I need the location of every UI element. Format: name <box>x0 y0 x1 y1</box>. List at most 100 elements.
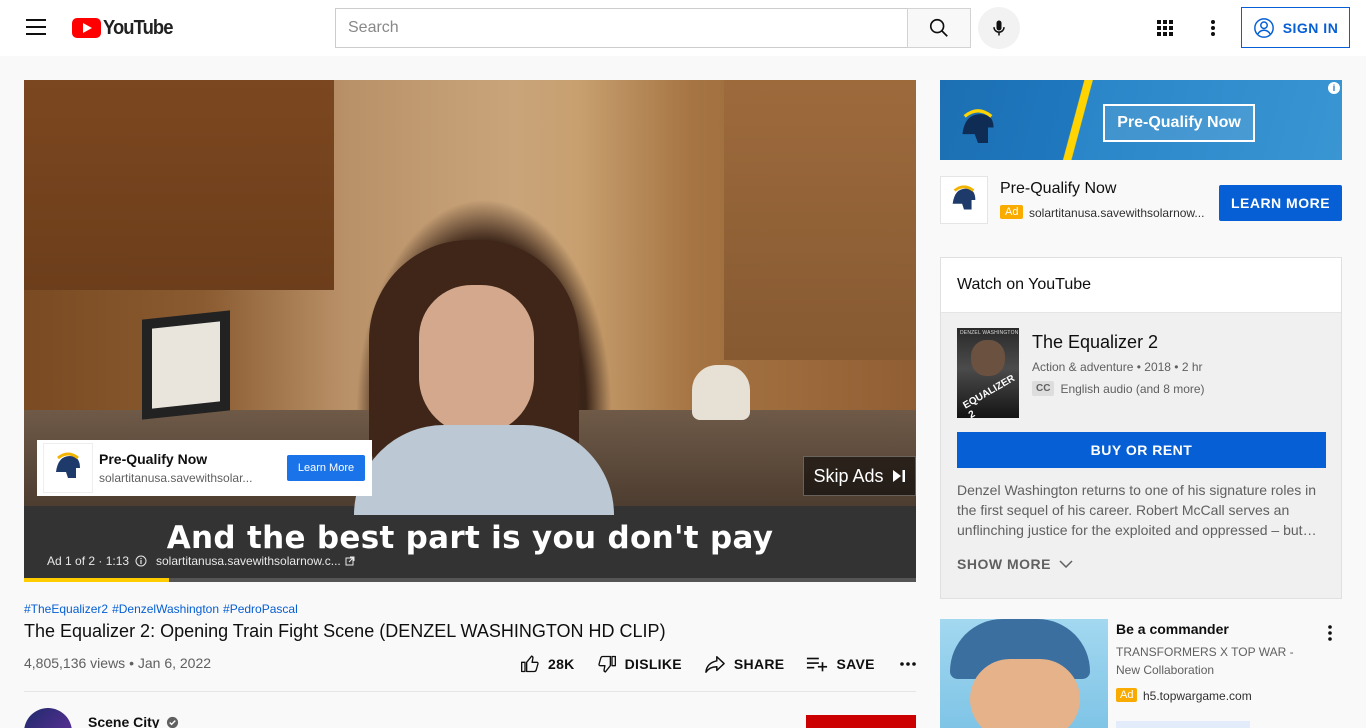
video-view-count: 4,805,136 views • Jan 6, 2022 <box>24 655 212 671</box>
microphone-icon <box>993 20 1005 36</box>
share-label: SHARE <box>733 656 785 672</box>
poster-title: EQUALIZER 2 <box>961 373 1017 421</box>
watch-on-youtube-card: Watch on YouTube DENZEL WASHINGTON EQUAL… <box>940 257 1342 599</box>
ad-card-title: Pre-Qualify Now <box>99 451 208 467</box>
promo-action-button[interactable] <box>1116 721 1250 728</box>
search-button[interactable] <box>907 8 971 48</box>
thumb-up-icon <box>521 655 539 673</box>
settings-more-button[interactable] <box>1201 16 1225 40</box>
hashtag-link[interactable]: #TheEqualizer2 <box>24 602 108 616</box>
ad-url-text: solartitanusa.savewithsolarnow.c... <box>156 554 341 568</box>
ad-badge: Ad <box>1000 205 1024 219</box>
search-input[interactable] <box>348 19 907 37</box>
ad-counter-text: Ad 1 of 2 · 1:13 <box>47 554 130 568</box>
apps-grid-icon <box>1157 20 1173 36</box>
save-button[interactable]: SAVE <box>806 654 874 674</box>
menu-icon[interactable] <box>26 19 46 35</box>
poster-face <box>971 340 1005 376</box>
banner-ad[interactable]: Pre-Qualify Now i <box>940 80 1342 160</box>
more-actions-button[interactable] <box>899 661 917 667</box>
promo-description: TRANSFORMERS X TOP WAR - New Collaborati… <box>1116 645 1294 677</box>
ad-info: Ad 1 of 2 · 1:13 <box>47 554 147 568</box>
watch-card-heading: Watch on YouTube <box>941 258 1341 313</box>
movie-audio-row: CC English audio (and 8 more) <box>1032 381 1205 396</box>
logo-text: YouTube <box>103 16 173 39</box>
subscribe-button[interactable]: SUBSCRIBE <box>806 715 916 728</box>
learn-more-button[interactable]: LEARN MORE <box>1219 185 1342 221</box>
movie-description: Denzel Washington returns to one of his … <box>957 482 1317 538</box>
more-vertical-icon <box>1328 625 1332 641</box>
promo-url[interactable]: h5.topwargame.com <box>1143 689 1252 703</box>
sign-in-button[interactable]: SIGN IN <box>1241 7 1350 48</box>
like-button[interactable]: 28K <box>520 654 575 674</box>
masthead: YouTube SIGN IN <box>0 0 1366 56</box>
spartan-helmet-icon <box>962 109 994 144</box>
show-more-button[interactable]: SHOW MORE <box>957 556 1073 572</box>
dislike-label: DISLIKE <box>624 656 682 672</box>
banner-prequalify-button[interactable]: Pre-Qualify Now <box>1103 104 1255 142</box>
movie-audio: English audio (and 8 more) <box>1060 381 1205 396</box>
advertiser-title[interactable]: Pre-Qualify Now <box>1000 180 1116 198</box>
advertiser-row: Pre-Qualify Now Ad solartitanusa.savewit… <box>940 176 1342 224</box>
video-actions: 28K DISLIKE SHARE SAVE <box>520 654 917 674</box>
share-button[interactable]: SHARE <box>704 654 785 674</box>
scene-person-face <box>419 285 534 435</box>
playlist-add-icon <box>807 657 828 672</box>
player-ad-card[interactable]: Pre-Qualify Now solartitanusa.savewithso… <box>37 440 372 496</box>
skip-ads-button[interactable]: Skip Ads <box>803 456 916 496</box>
ad-url-link[interactable]: solartitanusa.savewithsolarnow.c... <box>156 554 355 568</box>
sign-in-label: SIGN IN <box>1282 19 1339 36</box>
advertiser-logo[interactable] <box>940 176 988 224</box>
share-icon <box>705 656 725 673</box>
youtube-logo[interactable]: YouTube <box>72 16 179 39</box>
verified-icon <box>166 716 178 728</box>
movie-meta: Action & adventure • 2018 • 2 hr <box>1032 360 1203 374</box>
channel-name[interactable]: Scene City <box>88 714 160 728</box>
play-icon <box>72 18 101 38</box>
channel-avatar[interactable] <box>24 708 72 728</box>
video-player[interactable]: Pre-Qualify Now solartitanusa.savewithso… <box>24 80 916 582</box>
search-icon <box>929 18 948 37</box>
movie-title[interactable]: The Equalizer 2 <box>1032 332 1158 353</box>
save-label: SAVE <box>836 656 875 672</box>
external-link-icon <box>345 556 355 566</box>
promo-ad[interactable]: Be a commander TRANSFORMERS X TOP WAR - … <box>940 619 1342 728</box>
promo-face <box>970 659 1080 728</box>
spartan-helmet-icon <box>952 185 976 210</box>
thumb-down-icon <box>597 655 616 673</box>
dislike-button[interactable]: DISLIKE <box>597 654 682 674</box>
promo-title[interactable]: Be a commander <box>1116 621 1229 637</box>
like-count: 28K <box>548 656 575 672</box>
voice-search-button[interactable] <box>978 7 1020 49</box>
spartan-helmet-icon <box>56 452 80 478</box>
promo-more-button[interactable] <box>1324 623 1336 643</box>
poster-actor: DENZEL WASHINGTON <box>960 330 1019 336</box>
cc-badge: CC <box>1032 381 1055 396</box>
scene-vase <box>692 365 750 420</box>
movie-poster[interactable]: DENZEL WASHINGTON EQUALIZER 2 <box>957 328 1019 421</box>
ad-info-icon[interactable]: i <box>1328 82 1340 94</box>
ad-progress-bar[interactable] <box>24 578 916 582</box>
video-title: The Equalizer 2: Opening Train Fight Sce… <box>24 621 666 641</box>
more-vertical-icon <box>1211 20 1215 36</box>
channel-name-row[interactable]: Scene City <box>88 714 179 728</box>
buy-or-rent-button[interactable]: BUY OR RENT <box>957 432 1326 468</box>
promo-thumbnail[interactable] <box>940 619 1108 728</box>
skip-ads-label: Skip Ads <box>813 465 884 486</box>
ad-learn-more-button[interactable]: Learn More <box>287 455 365 481</box>
progress-fill <box>24 578 170 582</box>
info-icon[interactable] <box>135 555 147 567</box>
skip-next-icon <box>892 470 905 482</box>
chevron-down-icon <box>1059 560 1073 568</box>
ad-badge: Ad <box>1116 688 1138 702</box>
ad-card-url[interactable]: solartitanusa.savewithsolar... <box>99 471 274 485</box>
account-icon <box>1253 17 1274 38</box>
divider <box>24 691 916 692</box>
hashtag-link[interactable]: #DenzelWashington <box>112 602 219 616</box>
hashtags: #TheEqualizer2 #DenzelWashington #PedroP… <box>24 602 298 616</box>
search-box[interactable] <box>335 8 908 48</box>
show-more-label: SHOW MORE <box>957 556 1051 572</box>
hashtag-link[interactable]: #PedroPascal <box>223 602 298 616</box>
advertiser-url[interactable]: solartitanusa.savewithsolarnow... <box>1029 206 1209 220</box>
apps-button[interactable] <box>1153 16 1177 40</box>
